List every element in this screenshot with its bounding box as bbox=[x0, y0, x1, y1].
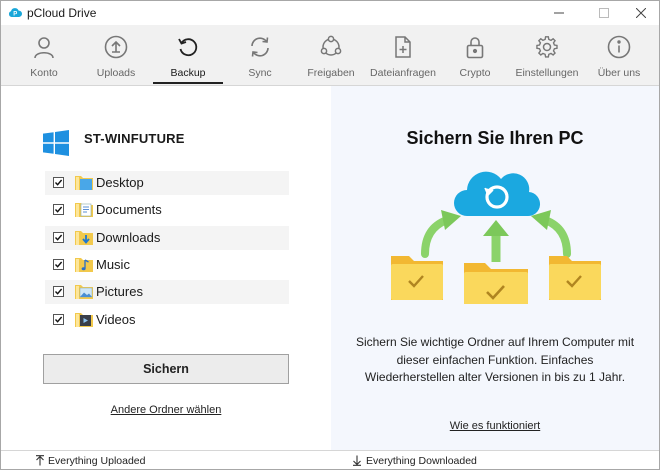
maximize-icon bbox=[599, 8, 609, 18]
checkbox-pictures[interactable] bbox=[53, 286, 64, 297]
checkbox-documents[interactable] bbox=[53, 204, 64, 215]
backup-folder-panel: ST-WINFUTURE Desktop Documents Downloads… bbox=[1, 86, 331, 450]
checkmark-icon bbox=[54, 234, 63, 241]
tab-dateianfragen[interactable]: Dateianfragen bbox=[368, 25, 438, 84]
close-button[interactable] bbox=[621, 1, 659, 25]
minimize-button[interactable] bbox=[539, 1, 579, 25]
main-toolbar: Konto Uploads Backup Sync Freigaben Date… bbox=[1, 25, 659, 86]
checkmark-icon bbox=[54, 206, 63, 213]
checkbox-videos[interactable] bbox=[53, 314, 64, 325]
backup-description: Sichern Sie wichtige Ordner auf Ihrem Co… bbox=[355, 335, 635, 384]
tab-uploads[interactable]: Uploads bbox=[81, 25, 151, 84]
tab-ueber-uns[interactable]: Über uns bbox=[584, 25, 654, 84]
upload-arrow-icon bbox=[36, 455, 44, 466]
folder-label-documents: Documents bbox=[96, 202, 162, 217]
upload-icon bbox=[104, 35, 128, 59]
download-status: Everything Downloaded bbox=[366, 455, 477, 467]
download-arrow-icon bbox=[353, 455, 361, 466]
tab-backup[interactable]: Backup bbox=[153, 25, 223, 84]
share-icon bbox=[320, 35, 342, 56]
music-folder-icon bbox=[75, 258, 93, 272]
backup-info-panel: Sichern Sie Ihren PC Sichern Sie wichtig… bbox=[331, 86, 659, 450]
pcloud-drive-window: P pCloud Drive Konto Uploads Backup Sync… bbox=[0, 0, 660, 470]
computer-name: ST-WINFUTURE bbox=[84, 131, 185, 146]
backup-button[interactable]: Sichern bbox=[43, 354, 289, 384]
folder-label-downloads: Downloads bbox=[96, 230, 161, 245]
documents-folder-icon bbox=[75, 203, 93, 217]
folder-label-videos: Videos bbox=[96, 312, 136, 327]
tab-konto[interactable]: Konto bbox=[9, 25, 79, 84]
gear-icon bbox=[536, 36, 558, 58]
backup-heading: Sichern Sie Ihren PC bbox=[406, 128, 584, 148]
title-bar: P pCloud Drive bbox=[1, 1, 659, 25]
minimize-icon bbox=[554, 12, 564, 14]
desktop-folder-icon bbox=[75, 176, 93, 190]
how-it-works-link[interactable]: Wie es funktioniert bbox=[331, 420, 659, 432]
pictures-folder-icon bbox=[75, 285, 93, 299]
tab-freigaben[interactable]: Freigaben bbox=[296, 25, 366, 84]
maximize-button[interactable] bbox=[584, 1, 624, 25]
backup-icon bbox=[178, 38, 198, 57]
checkmark-icon bbox=[54, 288, 63, 295]
choose-other-folders-link[interactable]: Andere Ordner wählen bbox=[43, 404, 289, 416]
upload-status: Everything Uploaded bbox=[48, 455, 146, 467]
lock-icon bbox=[466, 37, 484, 59]
windows-logo-icon bbox=[43, 130, 69, 156]
folder-row-downloads[interactable]: Downloads bbox=[45, 226, 289, 250]
checkbox-desktop[interactable] bbox=[53, 177, 64, 188]
folder-row-pictures[interactable]: Pictures bbox=[45, 280, 289, 304]
info-icon bbox=[607, 35, 631, 59]
tab-ueber-uns-label: Über uns bbox=[597, 67, 641, 79]
folder-label-pictures: Pictures bbox=[96, 284, 143, 299]
status-bar: Everything Uploaded Everything Downloade… bbox=[1, 450, 659, 469]
folder-label-desktop: Desktop bbox=[96, 175, 144, 190]
folder-row-documents[interactable]: Documents bbox=[45, 198, 289, 222]
pcloud-logo-icon: P bbox=[8, 8, 22, 18]
checkmark-icon bbox=[54, 261, 63, 268]
folder-row-desktop[interactable]: Desktop bbox=[45, 171, 289, 195]
downloads-folder-icon bbox=[75, 231, 93, 245]
checkbox-music[interactable] bbox=[53, 259, 64, 270]
file-request-icon bbox=[395, 36, 411, 58]
tab-einstellungen[interactable]: Einstellungen bbox=[512, 25, 582, 84]
folder-row-videos[interactable]: Videos bbox=[45, 308, 289, 332]
sync-icon bbox=[251, 37, 269, 57]
checkmark-icon bbox=[54, 316, 63, 323]
tab-sync[interactable]: Sync bbox=[225, 25, 295, 84]
svg-text:P: P bbox=[13, 12, 17, 18]
folder-row-music[interactable]: Music bbox=[45, 253, 289, 277]
close-icon bbox=[636, 8, 646, 18]
tab-crypto[interactable]: Crypto bbox=[440, 25, 510, 84]
checkbox-downloads[interactable] bbox=[53, 232, 64, 243]
checkmark-icon bbox=[54, 179, 63, 186]
window-title: pCloud Drive bbox=[27, 6, 97, 20]
person-icon bbox=[34, 37, 54, 59]
active-tab-indicator bbox=[153, 82, 223, 84]
folder-label-music: Music bbox=[96, 257, 130, 272]
videos-folder-icon bbox=[75, 313, 93, 327]
backup-illustration-icon bbox=[391, 171, 601, 304]
